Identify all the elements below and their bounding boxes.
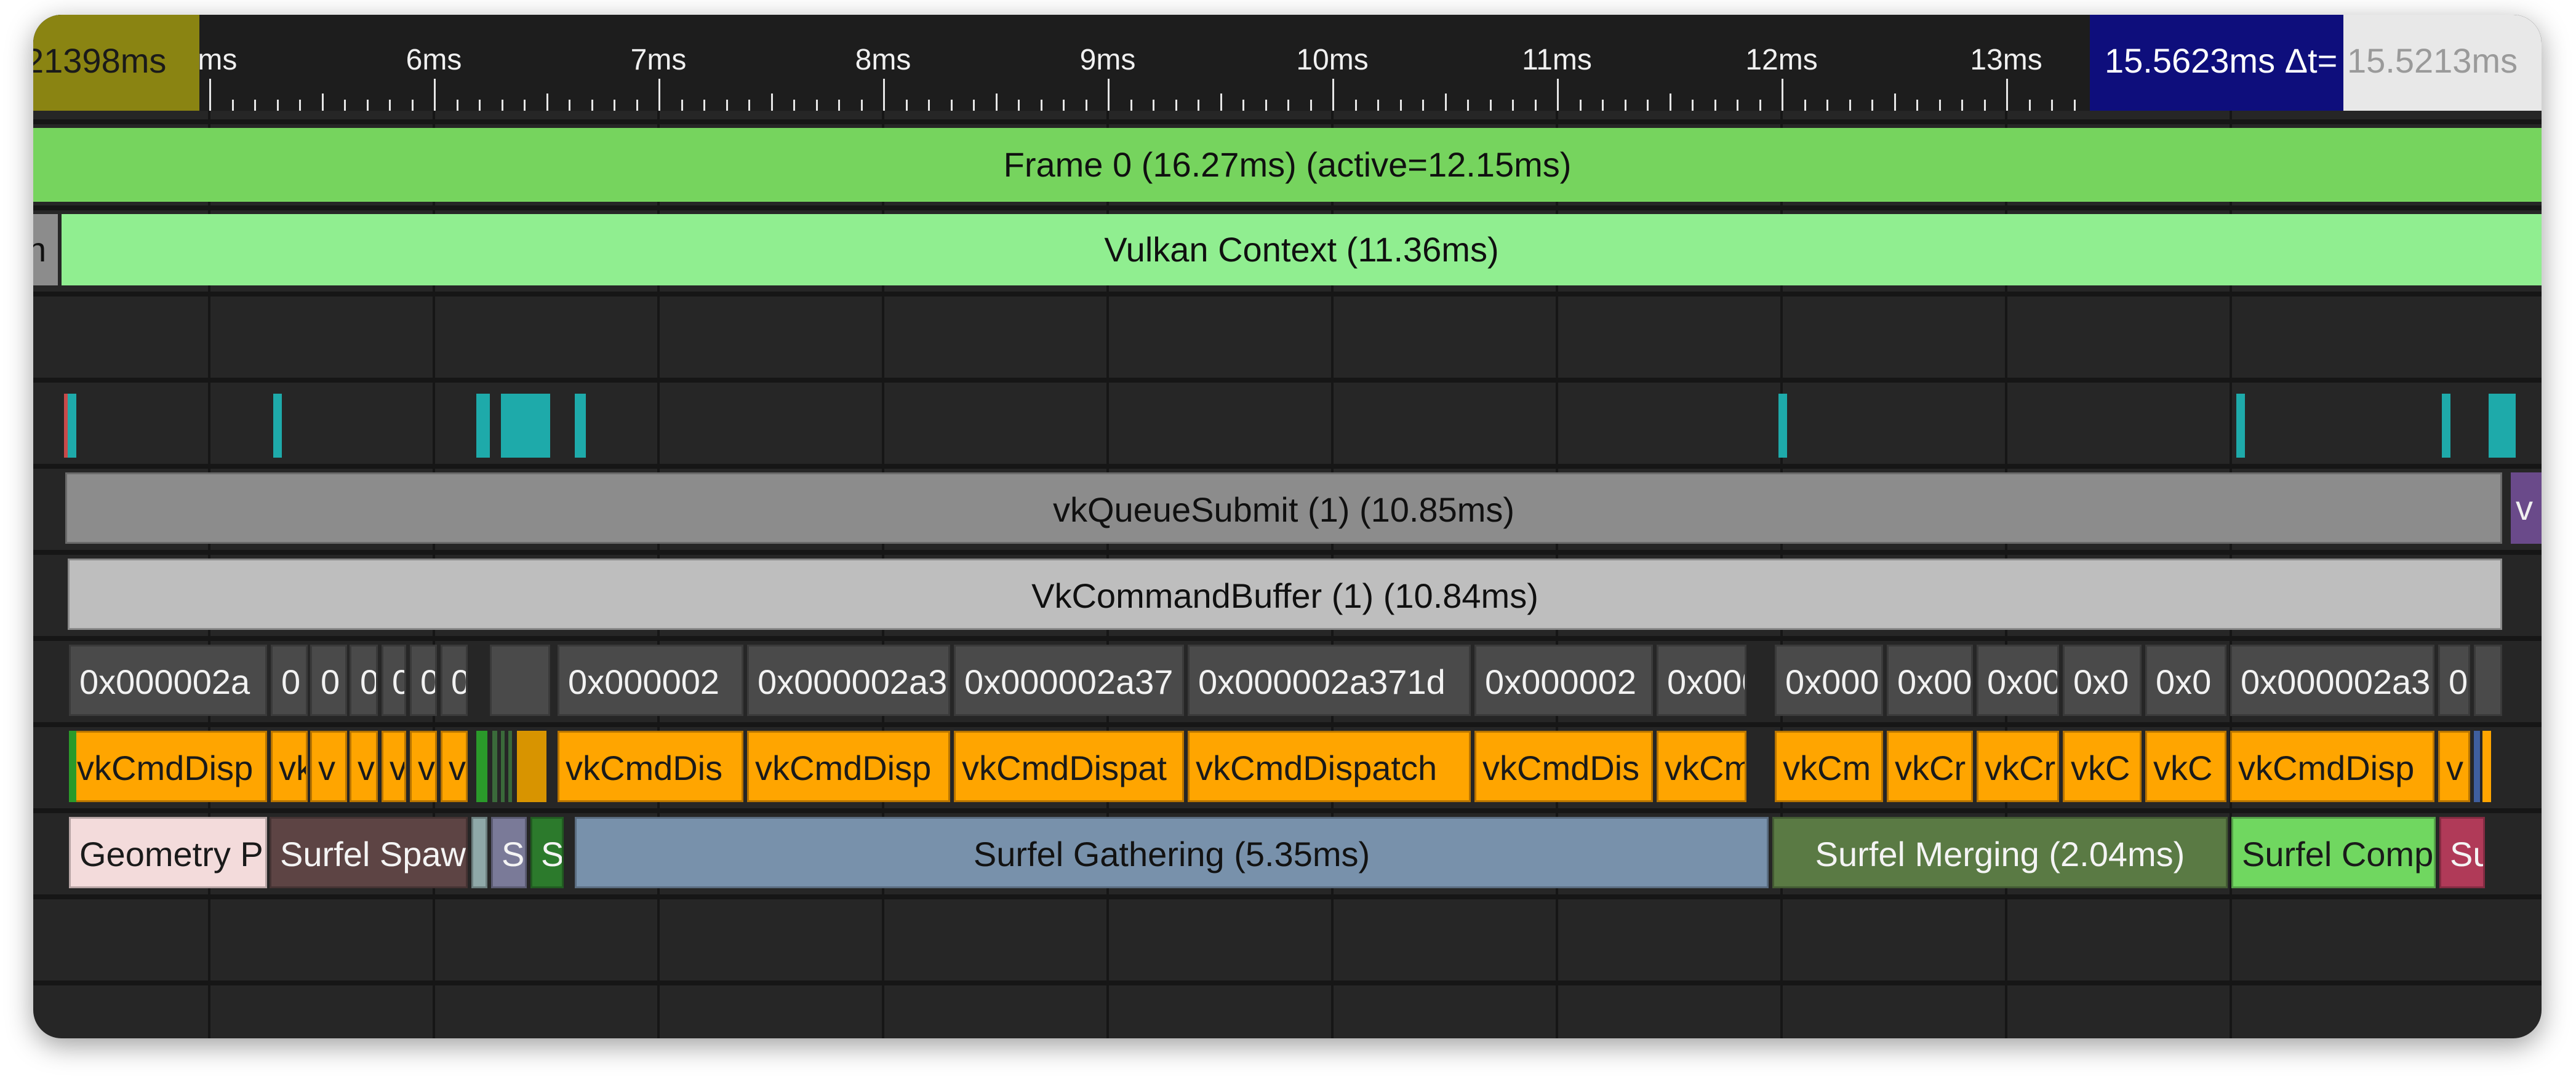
- grid-horizontal-line: [33, 894, 2542, 899]
- dispatch-bar[interactable]: vkCmdDis: [558, 731, 743, 802]
- selection-start-label: 21398ms: [33, 15, 199, 111]
- marker-event[interactable]: [2236, 394, 2245, 458]
- handle-bar[interactable]: 0: [410, 645, 437, 716]
- dispatch-sliver[interactable]: [2474, 731, 2480, 802]
- pass-bar[interactable]: Su: [2439, 817, 2485, 888]
- dispatch-sliver[interactable]: [517, 731, 546, 802]
- dispatch-bar[interactable]: vkCm: [1657, 731, 1746, 802]
- dispatch-sliver[interactable]: [501, 731, 505, 802]
- pass-bar[interactable]: Surfel Merging (2.04ms): [1772, 817, 2228, 888]
- frame-bar[interactable]: Frame 0 (16.27ms) (active=12.15ms): [33, 128, 2542, 202]
- dispatch-sliver[interactable]: [2482, 731, 2491, 802]
- dispatch-sliver[interactable]: [508, 731, 512, 802]
- ruler-tick-label: 6ms: [406, 44, 462, 76]
- dispatch-bar[interactable]: v: [410, 731, 437, 802]
- marker-event[interactable]: [501, 394, 550, 458]
- grid-horizontal-line: [33, 292, 2542, 296]
- pass-bar[interactable]: S: [530, 817, 564, 888]
- dispatch-bar[interactable]: vkC: [2145, 731, 2226, 802]
- marker-event[interactable]: [1778, 394, 1787, 458]
- handle-bar[interactable]: [2474, 645, 2502, 716]
- dispatch-bar[interactable]: v: [382, 731, 406, 802]
- pass-bar[interactable]: [471, 817, 487, 888]
- grid-horizontal-line: [33, 808, 2542, 813]
- handle-bar[interactable]: 0: [310, 645, 347, 716]
- ruler-tick-label: 7ms: [630, 44, 687, 76]
- dispatch-bar[interactable]: vkCmdDispat: [954, 731, 1184, 802]
- vulkan-context-bar[interactable]: Vulkan Context (11.36ms): [62, 214, 2542, 285]
- marker-event[interactable]: [575, 394, 586, 458]
- grid-horizontal-line: [33, 722, 2542, 727]
- handle-bar[interactable]: 0x000: [1657, 645, 1746, 716]
- handle-bar[interactable]: 0x000002a: [69, 645, 267, 716]
- handle-bar[interactable]: 0x000: [1775, 645, 1883, 716]
- marker-event[interactable]: [273, 394, 282, 458]
- command-buffer-bar[interactable]: VkCommandBuffer (1) (10.84ms): [68, 559, 2502, 630]
- handle-bar[interactable]: 0: [441, 645, 468, 716]
- marker-event[interactable]: [2442, 394, 2450, 458]
- grid-horizontal-line: [33, 636, 2542, 641]
- handle-bar[interactable]: 0x000002a3: [747, 645, 950, 716]
- dispatch-bar[interactable]: v: [310, 731, 347, 802]
- grid-horizontal-line: [33, 464, 2542, 469]
- dispatch-bar[interactable]: v: [350, 731, 378, 802]
- pass-bar[interactable]: Surfel Spaw: [270, 817, 468, 888]
- handle-bar[interactable]: 0x000002a3: [2230, 645, 2434, 716]
- dispatch-bar[interactable]: vkCmdDisp: [2230, 731, 2434, 802]
- dispatch-bar[interactable]: vkCmdDispatch: [1188, 731, 1471, 802]
- dispatch-bar[interactable]: v: [441, 731, 468, 802]
- handle-bar[interactable]: 0: [382, 645, 406, 716]
- dispatch-bar[interactable]: v: [2438, 731, 2470, 802]
- handle-bar[interactable]: 0x00: [1977, 645, 2059, 716]
- handle-bar[interactable]: 0: [2438, 645, 2470, 716]
- dispatch-bar[interactable]: vkCr: [1887, 731, 1973, 802]
- handle-bar[interactable]: 0: [350, 645, 378, 716]
- dispatch-bar[interactable]: vk: [271, 731, 308, 802]
- ruler-tick-label: 12ms: [1745, 44, 1818, 76]
- dispatch-bar[interactable]: vkCr: [1977, 731, 2059, 802]
- grid-horizontal-line: [33, 981, 2542, 985]
- queue-submit-bar[interactable]: vkQueueSubmit (1) (10.85ms): [65, 472, 2502, 544]
- marker-event[interactable]: [476, 394, 490, 458]
- dispatch-sliver[interactable]: [476, 731, 487, 802]
- context-left-stub[interactable]: n: [33, 214, 58, 285]
- selection-delta-label: 15.5213ms: [2343, 15, 2542, 111]
- dispatch-bar[interactable]: vkCmdDisp: [69, 731, 267, 802]
- ruler-tick-label: 9ms: [1079, 44, 1136, 76]
- track-area: Frame 0 (16.27ms) (active=12.15ms) n Vul…: [33, 111, 2542, 1038]
- ruler-tick-label: 11ms: [1522, 44, 1592, 76]
- ruler-tick-label: 13ms: [1970, 44, 2042, 76]
- ruler-tick-label: 10ms: [1296, 44, 1369, 76]
- handle-bar[interactable]: 0x000002a37: [954, 645, 1184, 716]
- dispatch-bar[interactable]: vkCmdDis: [1474, 731, 1653, 802]
- selection-end-label: 15.5623ms Δt=: [2090, 15, 2343, 111]
- grid-horizontal-line: [33, 119, 2542, 124]
- dispatch-sliver[interactable]: [492, 731, 497, 802]
- grid-horizontal-line: [33, 205, 2542, 210]
- pass-bar[interactable]: S: [491, 817, 527, 888]
- handle-bar[interactable]: 0x0: [2145, 645, 2226, 716]
- handle-bar[interactable]: 0: [271, 645, 308, 716]
- handle-bar[interactable]: 0x0: [2063, 645, 2142, 716]
- handle-bar[interactable]: [490, 645, 550, 716]
- dispatch-bar[interactable]: vkCm: [1775, 731, 1883, 802]
- ruler-tick-label: 8ms: [855, 44, 911, 76]
- grid-horizontal-line: [33, 378, 2542, 383]
- dispatch-bar[interactable]: vkC: [2063, 731, 2142, 802]
- pass-bar[interactable]: Surfel Gathering (5.35ms): [575, 817, 1769, 888]
- handle-bar[interactable]: 0x000002: [1474, 645, 1653, 716]
- queue-submit-next-bar[interactable]: v: [2511, 472, 2542, 544]
- grid-horizontal-line: [33, 550, 2542, 555]
- marker-event[interactable]: [2489, 394, 2516, 458]
- handle-bar[interactable]: 0x000002a371d: [1188, 645, 1471, 716]
- pass-bar[interactable]: Geometry P: [69, 817, 267, 888]
- handle-bar[interactable]: 0x000002: [558, 645, 743, 716]
- time-ruler[interactable]: 5ms6ms7ms8ms9ms10ms11ms12ms13ms14ms 2139…: [33, 15, 2542, 111]
- timeline-panel: 5ms6ms7ms8ms9ms10ms11ms12ms13ms14ms 2139…: [33, 15, 2542, 1038]
- dispatch-bar[interactable]: vkCmdDisp: [747, 731, 950, 802]
- handle-bar[interactable]: 0x00: [1887, 645, 1973, 716]
- dispatch-sliver[interactable]: [69, 731, 76, 802]
- pass-bar[interactable]: Surfel Comp: [2231, 817, 2436, 888]
- marker-event[interactable]: [68, 394, 76, 458]
